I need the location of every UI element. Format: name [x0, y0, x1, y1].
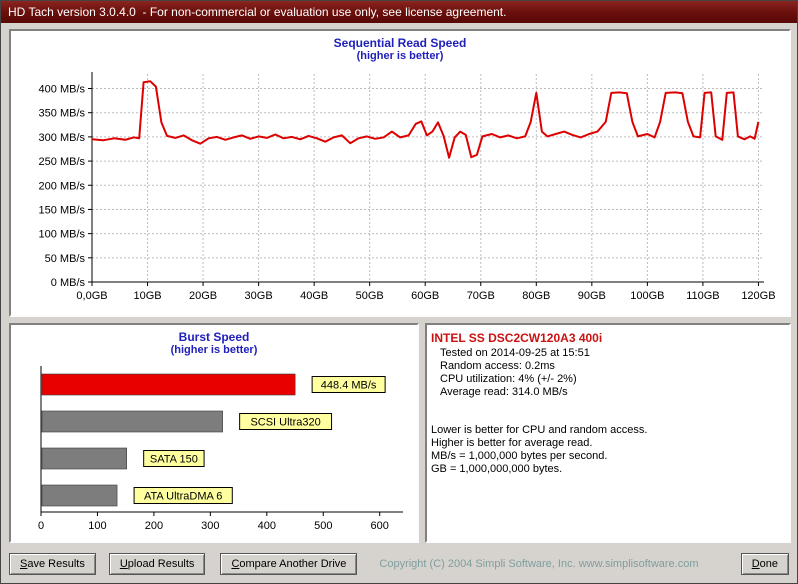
svg-text:120GB: 120GB: [741, 290, 775, 302]
svg-text:100: 100: [88, 520, 106, 532]
svg-text:250 MB/s: 250 MB/s: [39, 156, 86, 168]
done-accel: D: [751, 558, 760, 570]
upload-results-button[interactable]: Upload Results: [108, 553, 206, 575]
drive-name: INTEL SS DSC2CW120A3 400i: [431, 331, 603, 345]
hdtach-window: HD Tach version 3.0.4.0 - For non-commer…: [0, 0, 798, 584]
info-random-access: Random access: 0.2ms: [440, 360, 555, 372]
svg-text:150 MB/s: 150 MB/s: [39, 204, 86, 216]
compare-label: ompare Another Drive: [239, 558, 347, 570]
svg-text:20GB: 20GB: [189, 290, 217, 302]
note-higher-better: Higher is better for average read.: [431, 437, 593, 449]
burst-bar: [41, 410, 223, 433]
burst-bar: [41, 447, 127, 470]
svg-text:200 MB/s: 200 MB/s: [39, 180, 86, 192]
svg-text:448.4 MB/s: 448.4 MB/s: [321, 380, 377, 392]
svg-text:200: 200: [145, 520, 163, 532]
note-mbs-definition: MB/s = 1,000,000 bytes per second.: [431, 450, 608, 462]
copyright-text: Copyright (C) 2004 Simpli Software, Inc.…: [379, 558, 699, 570]
sequential-read-panel: Sequential Read Speed (higher is better)…: [9, 29, 791, 317]
svg-text:500: 500: [314, 520, 332, 532]
drive-info-panel: INTEL SS DSC2CW120A3 400i Tested on 2014…: [425, 323, 791, 543]
svg-text:90GB: 90GB: [578, 290, 606, 302]
compare-another-drive-button[interactable]: Compare Another Drive: [220, 553, 358, 575]
info-average-read: Average read: 314.0 MB/s: [440, 386, 568, 398]
save-results-button[interactable]: Save Results: [9, 553, 96, 575]
note-lower-better: Lower is better for CPU and random acces…: [431, 424, 648, 436]
svg-text:300: 300: [201, 520, 219, 532]
footer-bar: Save Results Upload Results Compare Anot…: [1, 549, 797, 579]
svg-text:100 MB/s: 100 MB/s: [39, 229, 86, 241]
svg-text:0 MB/s: 0 MB/s: [51, 277, 86, 289]
svg-text:10GB: 10GB: [133, 290, 161, 302]
burst-speed-chart: 0 100 200 300 400 500 600 448.4 MB/s SCSI Ultra3…: [38, 366, 403, 532]
svg-text:100GB: 100GB: [630, 290, 664, 302]
svg-text:0: 0: [38, 520, 44, 532]
burst-chart-subtitle: (higher is better): [170, 344, 258, 356]
svg-text:40GB: 40GB: [300, 290, 328, 302]
done-label: one: [759, 558, 778, 570]
burst-bar: [41, 373, 296, 396]
svg-text:350 MB/s: 350 MB/s: [39, 108, 86, 120]
svg-text:SCSI Ultra320: SCSI Ultra320: [250, 417, 320, 429]
svg-text:400: 400: [258, 520, 276, 532]
svg-text:50GB: 50GB: [356, 290, 384, 302]
seq-chart-title: Sequential Read Speed: [333, 36, 467, 50]
upload-label: pload Results: [127, 558, 195, 570]
svg-text:600: 600: [371, 520, 389, 532]
seq-chart-subtitle: (higher is better): [356, 50, 444, 62]
svg-text:30GB: 30GB: [245, 290, 273, 302]
svg-text:60GB: 60GB: [411, 290, 439, 302]
info-tested-on: Tested on 2014-09-25 at 15:51: [440, 347, 590, 359]
svg-text:110GB: 110GB: [686, 290, 719, 302]
burst-speed-panel: Burst Speed (higher is better) 0 100 200 30…: [9, 323, 419, 543]
note-gb-definition: GB = 1,000,000,000 bytes.: [431, 463, 563, 475]
window-title: HD Tach version 3.0.4.0 - For non-commer…: [8, 5, 507, 19]
done-button[interactable]: Done: [740, 553, 789, 575]
burst-chart-title: Burst Speed: [178, 330, 250, 344]
svg-text:80GB: 80GB: [522, 290, 550, 302]
svg-text:ATA UltraDMA 6: ATA UltraDMA 6: [144, 491, 222, 503]
upload-accel: U: [119, 558, 128, 570]
svg-text:300 MB/s: 300 MB/s: [39, 132, 86, 144]
save-label: ave Results: [27, 558, 85, 570]
svg-text:50 MB/s: 50 MB/s: [45, 253, 86, 265]
burst-bar: [41, 484, 118, 507]
svg-text:SATA 150: SATA 150: [150, 454, 198, 466]
svg-text:0,0GB: 0,0GB: [76, 290, 107, 302]
svg-text:400 MB/s: 400 MB/s: [39, 84, 86, 96]
sequential-read-chart: 0,0GB 10GB 20GB 30GB 40GB 50GB 60GB 70GB 80GB 90G…: [39, 72, 776, 302]
info-cpu-utilization: CPU utilization: 4% (+/- 2%): [440, 373, 577, 385]
title-bar[interactable]: HD Tach version 3.0.4.0 - For non-commer…: [1, 1, 797, 23]
svg-text:70GB: 70GB: [467, 290, 495, 302]
